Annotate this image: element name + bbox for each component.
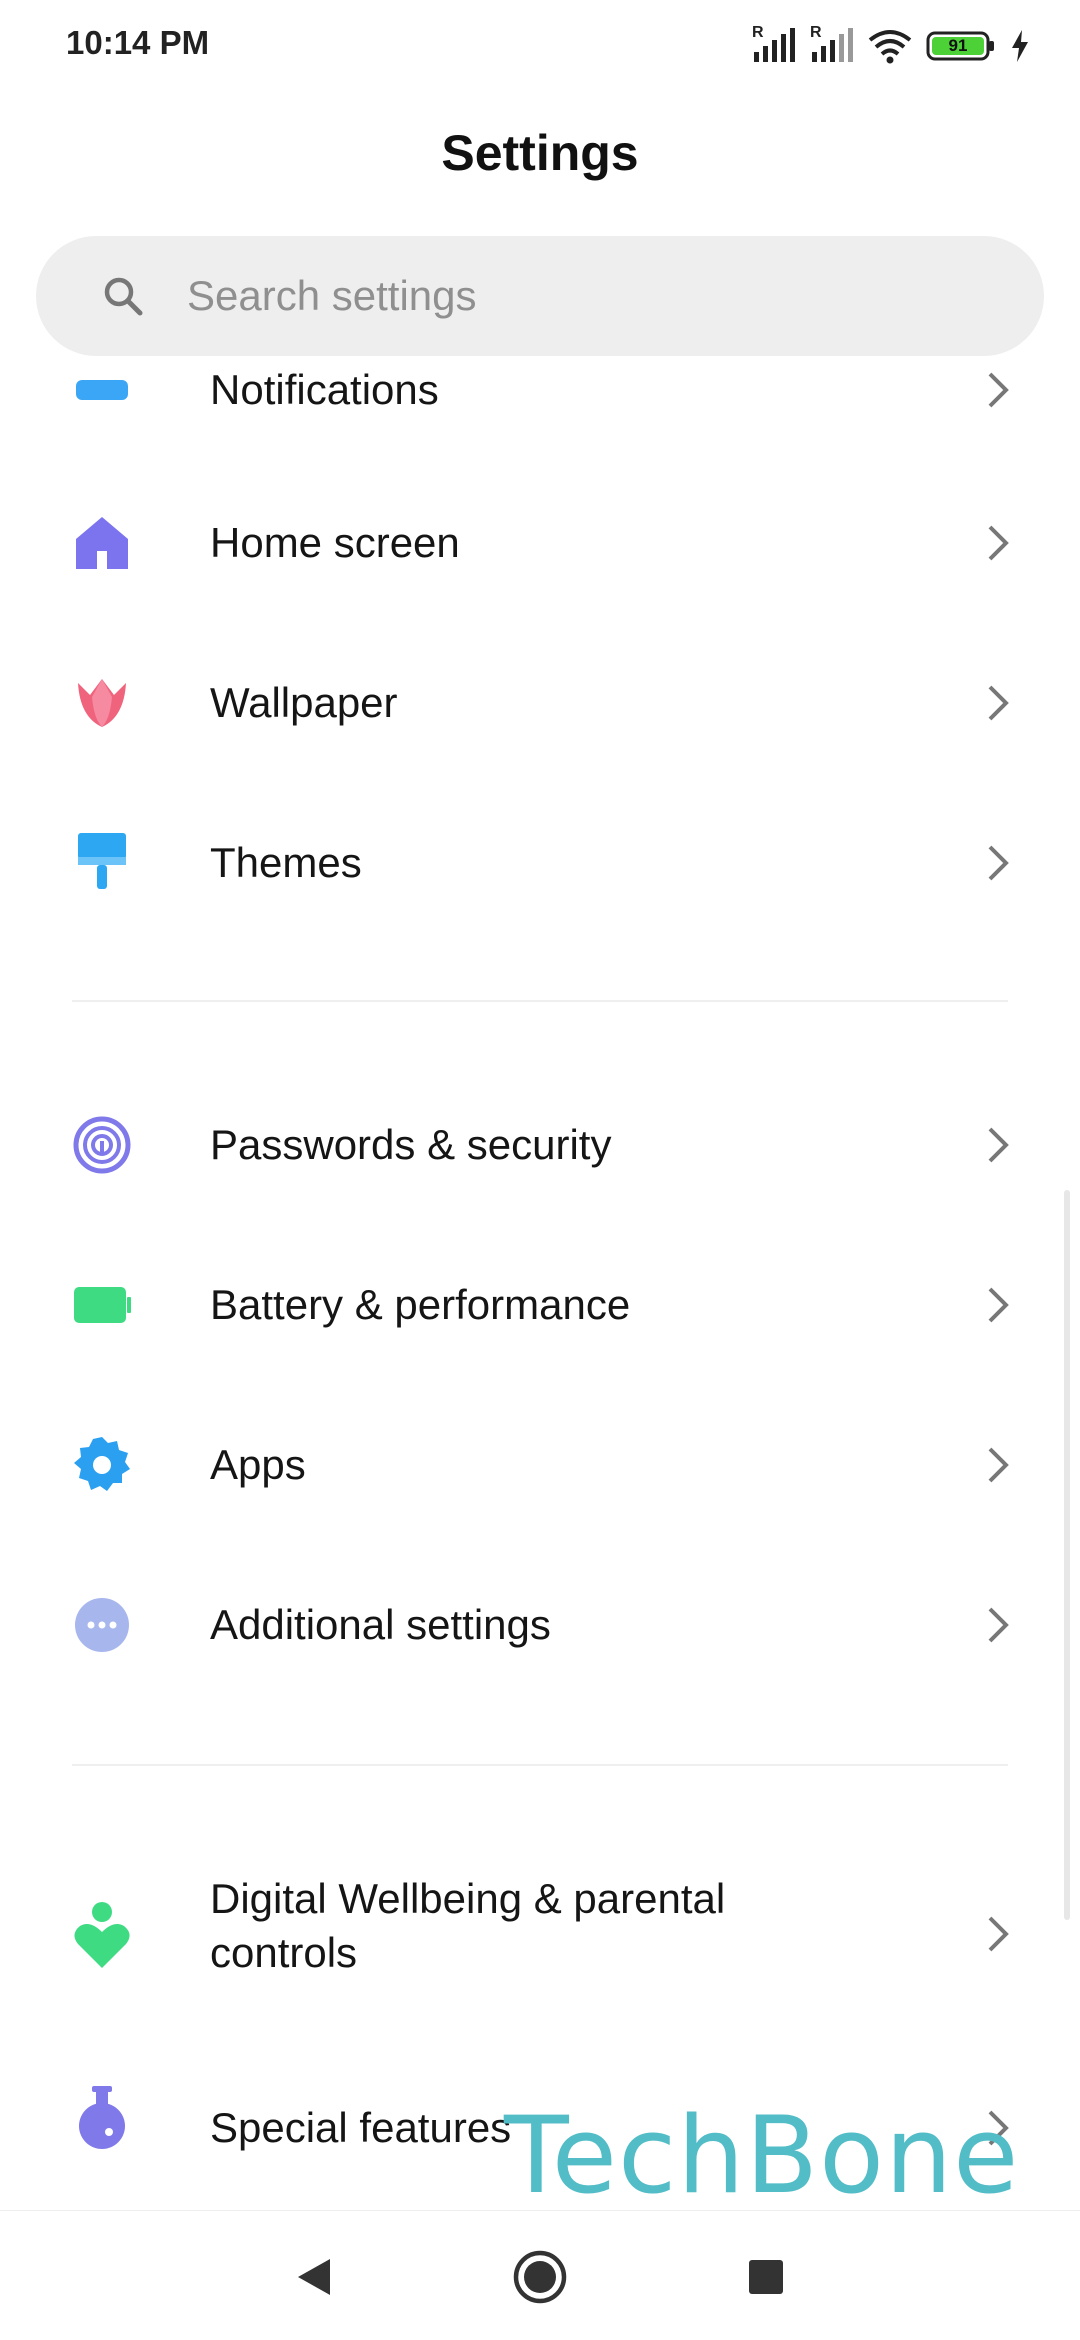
chevron-right-icon: [988, 1447, 1009, 1483]
settings-item-label-line2: controls: [210, 1929, 358, 1976]
roaming-indicator-1: R: [752, 24, 764, 41]
navigation-bar: [0, 2210, 1080, 2340]
settings-item-passwords-security[interactable]: Passwords & security: [0, 1065, 1080, 1225]
back-icon[interactable]: [284, 2247, 344, 2307]
notifications-icon: [76, 380, 128, 400]
battery-status-icon: 91: [926, 30, 996, 62]
wellbeing-heart-icon: [74, 1902, 130, 1968]
tulip-icon: [78, 679, 126, 727]
signal-icon-sim1: R: [752, 24, 796, 64]
search-icon: [104, 277, 143, 316]
recents-icon[interactable]: [736, 2247, 796, 2307]
settings-item-additional-settings[interactable]: Additional settings: [0, 1545, 1080, 1705]
settings-list[interactable]: Notifications Home screen Wallpaper Them…: [0, 356, 1080, 2210]
battery-icon: [74, 1287, 131, 1323]
settings-item-battery-performance[interactable]: Battery & performance: [0, 1225, 1080, 1385]
charging-bolt-icon: [1012, 30, 1028, 62]
chevron-right-icon: [988, 1607, 1009, 1643]
paint-roller-icon: [78, 833, 126, 889]
section-divider: [72, 1000, 1008, 1002]
chevron-right-icon: [988, 1916, 1009, 1952]
settings-item-label: Special features: [210, 2104, 512, 2151]
status-bar: 10:14 PM R R 91: [0, 0, 1080, 96]
battery-percent: 91: [948, 36, 968, 55]
settings-item-label: Wallpaper: [210, 679, 398, 726]
gear-icon: [74, 1437, 130, 1491]
fingerprint-icon: [73, 1116, 131, 1174]
flask-icon: [79, 2086, 125, 2149]
watermark: TechBone: [504, 2094, 1020, 2217]
scroll-indicator[interactable]: [1064, 1190, 1070, 1920]
settings-item-home-screen[interactable]: Home screen: [0, 463, 1080, 623]
chevron-right-icon: [988, 525, 1009, 561]
search-placeholder: Search settings: [187, 272, 477, 319]
settings-item-themes[interactable]: Themes: [0, 783, 1080, 943]
settings-item-label: Apps: [210, 1441, 306, 1488]
more-dots-icon: [75, 1598, 129, 1652]
home-icon: [76, 517, 128, 569]
settings-item-label: Passwords & security: [210, 1121, 612, 1168]
settings-item-label-line1: Digital Wellbeing & parental: [210, 1875, 726, 1922]
status-icons: R R 91: [752, 24, 1030, 64]
status-time: 10:14 PM: [66, 24, 210, 61]
chevron-right-icon: [988, 1287, 1009, 1323]
chevron-right-icon: [988, 372, 1009, 408]
page-title: Settings: [441, 125, 639, 181]
settings-item-label: Battery & performance: [210, 1281, 631, 1328]
settings-item-apps[interactable]: Apps: [0, 1385, 1080, 1545]
settings-item-label: Home screen: [210, 519, 460, 566]
settings-item-digital-wellbeing[interactable]: Digital Wellbeing & parental controls: [0, 1850, 1080, 2050]
roaming-indicator-2: R: [810, 24, 822, 41]
signal-icon-sim2: R: [810, 24, 854, 64]
settings-item-notifications[interactable]: Notifications: [0, 356, 1080, 470]
settings-item-label: Themes: [210, 839, 362, 886]
home-circle-icon[interactable]: [510, 2247, 570, 2307]
chevron-right-icon: [988, 685, 1009, 721]
settings-item-label: Additional settings: [210, 1601, 551, 1648]
section-divider: [72, 1764, 1008, 1766]
search-input[interactable]: Search settings: [36, 236, 1044, 356]
wifi-icon: [868, 30, 912, 64]
settings-item-wallpaper[interactable]: Wallpaper: [0, 623, 1080, 783]
chevron-right-icon: [988, 1127, 1009, 1163]
chevron-right-icon: [988, 845, 1009, 881]
settings-item-label: Notifications: [210, 366, 439, 413]
